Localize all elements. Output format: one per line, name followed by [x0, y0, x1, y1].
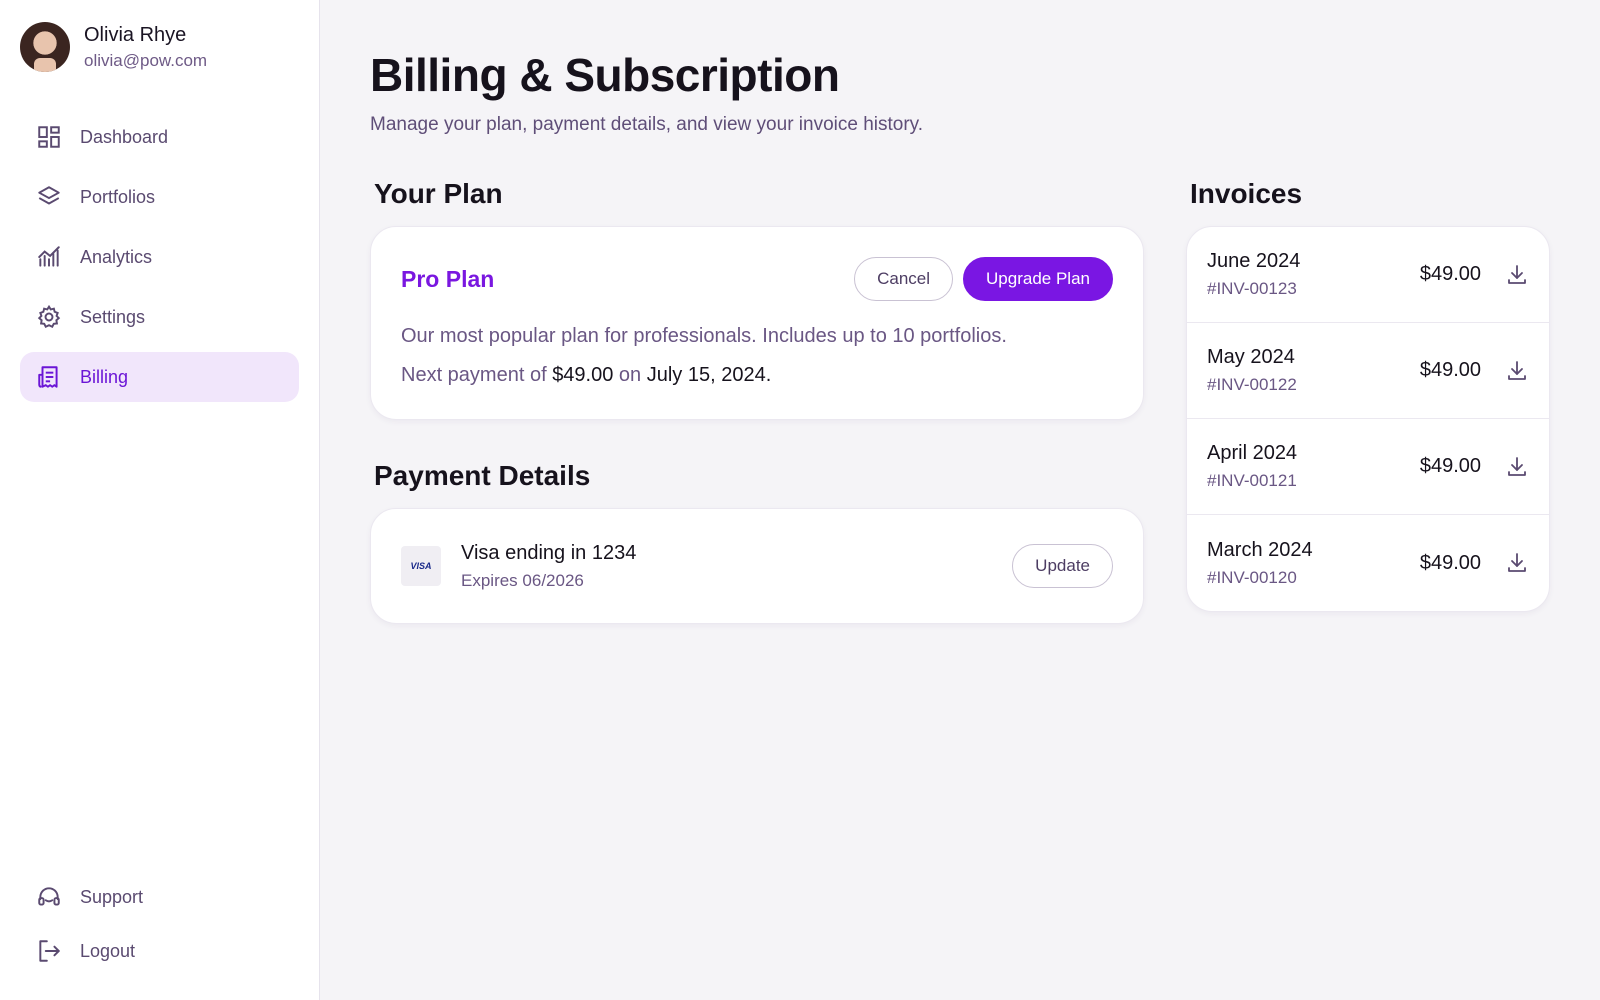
gear-icon	[37, 304, 61, 329]
sidebar-item-label: Support	[80, 886, 144, 907]
download-icon[interactable]	[1505, 359, 1529, 383]
sidebar-item-analytics[interactable]: Analytics	[20, 232, 299, 282]
plan-header: Pro Plan Cancel Upgrade Plan	[401, 257, 1113, 301]
dashboard-icon	[38, 126, 60, 148]
invoice-info: April 2024 #INV-00121	[1207, 442, 1420, 491]
download-icon[interactable]	[1505, 263, 1529, 287]
page-subtitle: Manage your plan, payment details, and v…	[370, 114, 924, 135]
invoice-amount: $49.00	[1419, 551, 1481, 574]
layers-icon	[38, 186, 60, 205]
invoice-id: #INV-00123	[1207, 279, 1297, 298]
plan-card: Pro Plan Cancel Upgrade Plan Our most po…	[370, 226, 1144, 420]
invoice-month: April 2024	[1207, 442, 1298, 464]
invoice-row: April 2024 #INV-00121 $49.00	[1187, 419, 1549, 515]
upgrade-plan-button[interactable]: Upgrade Plan	[963, 257, 1113, 301]
sidebar-item-portfolios[interactable]: Portfolios	[20, 172, 299, 222]
main-content: Billing & Subscription Manage your plan,…	[320, 0, 1600, 1000]
headset-icon	[38, 887, 60, 906]
plan-name: Pro Plan	[401, 265, 495, 292]
visa-logo-icon: VISA	[401, 546, 441, 586]
next-payment-amount: $49.00	[552, 364, 614, 386]
payment-details-heading: Payment Details	[374, 460, 591, 491]
your-plan-heading: Your Plan	[374, 178, 503, 209]
invoice-id: #INV-00122	[1207, 375, 1297, 394]
sidebar-item-label: Logout	[80, 940, 136, 961]
sidebar-item-dashboard[interactable]: Dashboard	[20, 112, 299, 162]
invoice-info: March 2024 #INV-00120	[1207, 539, 1420, 588]
invoices-heading: Invoices	[1190, 178, 1303, 209]
next-payment-prefix: Next payment of	[401, 364, 547, 386]
user-email: olivia@pow.com	[84, 50, 208, 70]
card-info: Visa ending in 1234 Expires 06/2026	[461, 542, 1012, 591]
next-payment-text: Next payment of $49.00 on July 15, 2024.	[401, 364, 1113, 387]
download-icon[interactable]	[1505, 455, 1529, 479]
plan-description: Our most popular plan for professionals.…	[401, 325, 1007, 347]
sidebar-item-label: Portfolios	[80, 186, 156, 207]
sidebar-item-logout[interactable]: Logout	[20, 926, 299, 976]
logout-icon	[39, 940, 60, 962]
page-title: Billing & Subscription	[370, 49, 840, 101]
analytics-icon	[38, 246, 60, 267]
update-payment-button[interactable]: Update	[1012, 544, 1113, 588]
invoice-info: June 2024 #INV-00123	[1207, 250, 1420, 299]
sidebar-bottom: Support Logout	[20, 872, 299, 976]
plan-actions: Cancel Upgrade Plan	[854, 257, 1113, 301]
invoice-list: June 2024 #INV-00123 $49.00 May 2024 #IN…	[1186, 226, 1550, 612]
sidebar-item-label: Analytics	[80, 246, 153, 267]
sidebar-item-billing[interactable]: Billing	[20, 352, 299, 402]
sidebar-item-settings[interactable]: Settings	[20, 292, 299, 342]
next-payment-on: on	[618, 364, 642, 386]
content-columns: Your Plan Pro Plan Cancel Upgrade Plan O…	[370, 178, 1550, 624]
download-icon[interactable]	[1505, 551, 1529, 575]
plan-payment-column: Your Plan Pro Plan Cancel Upgrade Plan O…	[370, 178, 1144, 624]
avatar	[20, 22, 70, 72]
card-label: Visa ending in 1234	[461, 541, 637, 564]
invoice-id: #INV-00121	[1207, 471, 1297, 490]
next-payment-date: July 15, 2024	[646, 364, 766, 386]
sidebar: Olivia Rhye olivia@pow.com Dashboard Por…	[0, 0, 320, 1000]
user-profile[interactable]: Olivia Rhye olivia@pow.com	[20, 22, 299, 72]
invoice-info: May 2024 #INV-00122	[1207, 346, 1420, 395]
invoice-amount: $49.00	[1419, 455, 1481, 477]
invoices-column: Invoices June 2024 #INV-00123 $49.00 May…	[1186, 178, 1550, 624]
invoice-amount: $49.00	[1419, 263, 1481, 285]
receipt-icon	[38, 366, 58, 388]
sidebar-item-label: Settings	[80, 306, 146, 327]
invoice-month: May 2024	[1207, 346, 1295, 368]
cancel-button[interactable]: Cancel	[854, 257, 954, 301]
sidebar-item-label: Billing	[80, 366, 129, 387]
invoice-row: May 2024 #INV-00122 $49.00	[1187, 323, 1549, 419]
invoice-amount: $49.00	[1419, 359, 1481, 381]
invoice-month: June 2024	[1207, 250, 1301, 272]
card-expiry: Expires 06/2026	[461, 570, 584, 590]
profile-text: Olivia Rhye olivia@pow.com	[84, 24, 207, 71]
sidebar-item-label: Dashboard	[80, 126, 169, 147]
invoice-month: March 2024	[1207, 538, 1313, 561]
next-payment-suffix: .	[765, 364, 772, 386]
sidebar-item-support[interactable]: Support	[20, 872, 299, 922]
invoice-row: June 2024 #INV-00123 $49.00	[1187, 227, 1549, 323]
main-nav: Dashboard Portfolios Analytics Settings …	[20, 112, 299, 402]
app-root: Olivia Rhye olivia@pow.com Dashboard Por…	[0, 0, 1600, 1000]
invoice-row: March 2024 #INV-00120 $49.00	[1187, 515, 1549, 611]
user-name: Olivia Rhye	[84, 23, 187, 46]
payment-card: VISA Visa ending in 1234 Expires 06/2026…	[370, 508, 1144, 624]
invoice-id: #INV-00120	[1207, 567, 1297, 587]
